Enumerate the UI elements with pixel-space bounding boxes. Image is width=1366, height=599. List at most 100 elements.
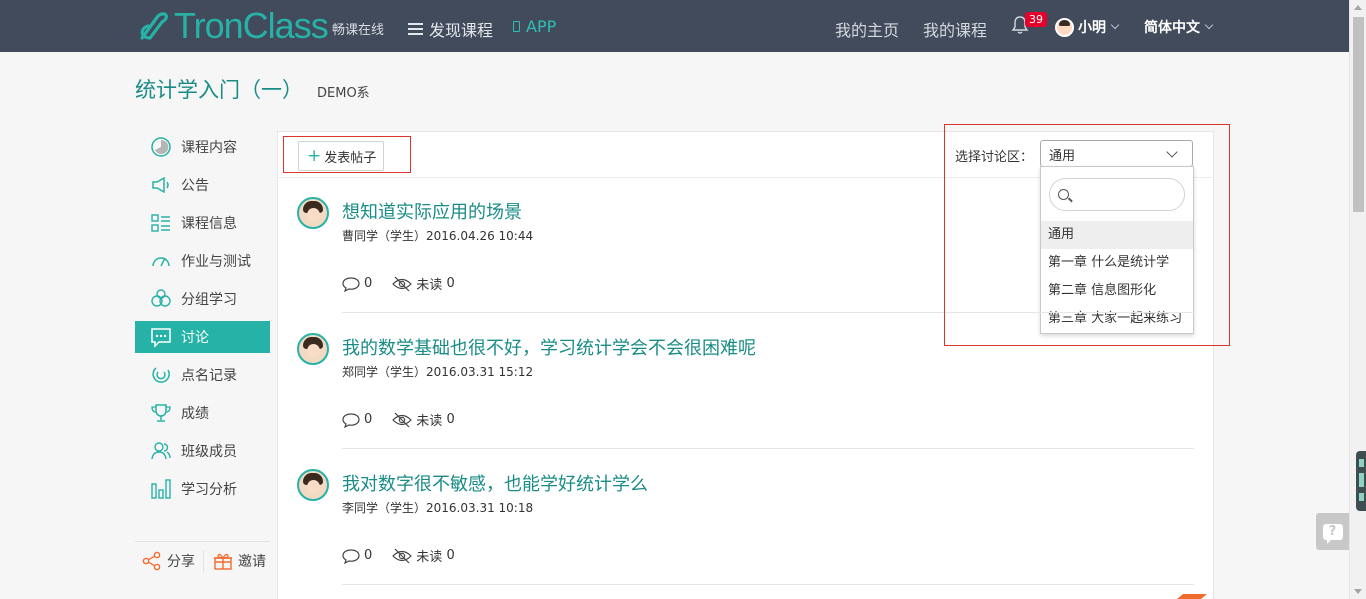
tronclass-logo[interactable]: TronClass <box>136 5 329 46</box>
comment-count: 0 <box>342 548 372 564</box>
sidebar-item-group-study[interactable]: 分组学习 <box>135 283 270 315</box>
sidebar-item-label: 班级成员 <box>181 444 237 460</box>
my-courses-link[interactable]: 我的课程 <box>923 17 987 41</box>
share-icon[interactable] <box>141 550 163 572</box>
help-button[interactable]: ? <box>1316 513 1349 550</box>
comment-count-value: 0 <box>364 412 373 427</box>
sidebar-item-label: 公告 <box>181 178 209 194</box>
list-icon <box>149 211 173 235</box>
chevron-down-icon <box>1204 20 1214 30</box>
highlight-box-area-select <box>944 124 1230 346</box>
unread-count: 未读 0 <box>392 410 455 429</box>
sidebar-item-label: 课程信息 <box>181 216 237 232</box>
course-content-icon <box>149 135 173 159</box>
sidebar-divider <box>135 541 270 542</box>
highlight-box-new-post <box>283 136 411 173</box>
post-meta: 曹同学（学生）2016.04.26 10:44 <box>342 229 534 243</box>
gauge-icon <box>149 249 173 273</box>
help-icon: ? <box>1322 523 1343 544</box>
unread-count: 未读 0 <box>392 274 455 293</box>
scroll-up-arrow-icon[interactable] <box>1354 5 1362 10</box>
menu-icon <box>408 23 423 35</box>
app-link[interactable]: APP <box>513 17 556 36</box>
logo-tagline: 畅课在线 <box>332 23 385 38</box>
sidebar-item-homework[interactable]: 作业与测试 <box>135 245 270 277</box>
post-stats: 0 未读 0 <box>342 546 475 565</box>
phone-icon <box>513 21 520 32</box>
eye-slash-icon <box>392 412 413 427</box>
course-department: DEMO系 <box>317 86 370 101</box>
avatar[interactable] <box>297 333 329 365</box>
sidebar-item-label: 课程内容 <box>181 140 237 156</box>
comment-count-value: 0 <box>364 548 373 563</box>
post-stats: 0 未读 0 <box>342 410 475 429</box>
avatar[interactable] <box>297 197 329 229</box>
scroll-down-arrow-icon[interactable] <box>1354 589 1362 594</box>
eye-slash-icon <box>392 276 413 291</box>
post-meta: 郑同学（学生）2016.03.31 15:12 <box>342 365 534 379</box>
post-divider <box>342 584 1194 585</box>
comment-icon <box>342 412 360 428</box>
sidebar-item-analytics[interactable]: 学习分析 <box>135 473 270 505</box>
post-title[interactable]: 我的数学基础也很不好，学习统计学会不会很困难呢 <box>342 334 756 360</box>
unread-label: 未读 <box>416 414 443 429</box>
sidebar-item-label: 分组学习 <box>181 292 237 308</box>
unread-count-value: 0 <box>446 412 455 427</box>
avatar <box>1055 17 1074 37</box>
sidebar-item-announcements[interactable]: 公告 <box>135 169 270 201</box>
language-label: 简体中文 <box>1144 20 1200 36</box>
unread-count: 未读 0 <box>392 546 455 565</box>
bar-chart-icon <box>149 477 173 501</box>
gift-icon[interactable] <box>212 550 234 572</box>
comment-icon <box>342 276 360 292</box>
eye-slash-icon <box>392 548 413 563</box>
course-sidebar: 课程内容 公告 课程信息 作业与测试 分组学习 讨论 点名记录 成绩 班级成员 … <box>135 131 270 511</box>
chat-icon <box>149 325 173 349</box>
comment-count: 0 <box>342 276 372 292</box>
post-stats: 0 未读 0 <box>342 274 475 293</box>
megaphone-icon <box>149 173 173 197</box>
post-meta: 李同学（学生）2016.03.31 10:18 <box>342 501 534 515</box>
avatar[interactable] <box>297 469 329 501</box>
scrollbar-thumb[interactable] <box>1353 17 1364 212</box>
post-title[interactable]: 想知道实际应用的场景 <box>342 198 522 224</box>
unread-label: 未读 <box>416 278 443 293</box>
sidebar-bottom-actions: 分享 邀请 <box>141 550 266 572</box>
discover-label: 发现课程 <box>429 21 494 40</box>
language-selector[interactable]: 简体中文 <box>1144 17 1214 37</box>
notification-badge: 39 <box>1025 12 1047 27</box>
sidebar-item-discussion[interactable]: 讨论 <box>135 321 270 353</box>
discover-courses-link[interactable]: 发现课程 <box>408 17 493 41</box>
unread-count-value: 0 <box>446 548 455 563</box>
rollcall-icon <box>149 363 173 387</box>
sidebar-item-course-info[interactable]: 课程信息 <box>135 207 270 239</box>
post-title[interactable]: 我对数字很不敏感，也能学好统计学么 <box>342 470 648 496</box>
members-icon <box>149 439 173 463</box>
sidebar-item-course-content[interactable]: 课程内容 <box>135 131 270 163</box>
side-tool-widget[interactable] <box>1356 451 1366 511</box>
sidebar-item-label: 作业与测试 <box>181 254 251 270</box>
sidebar-item-label: 讨论 <box>181 330 209 346</box>
sidebar-item-members[interactable]: 班级成员 <box>135 435 270 467</box>
logo-mark-icon <box>140 12 168 40</box>
comment-count-value: 0 <box>364 276 373 291</box>
unread-count-value: 0 <box>446 276 455 291</box>
comment-icon <box>342 548 360 564</box>
sidebar-item-grades[interactable]: 成绩 <box>135 397 270 429</box>
app-label: APP <box>526 17 557 36</box>
sidebar-item-label: 学习分析 <box>181 482 237 498</box>
sidebar-item-label: 成绩 <box>181 406 209 422</box>
group-icon <box>149 287 173 311</box>
unread-label: 未读 <box>416 550 443 565</box>
logo-text: TronClass <box>174 5 329 46</box>
share-label[interactable]: 分享 <box>167 551 195 571</box>
invite-label[interactable]: 邀请 <box>238 551 266 571</box>
user-name: 小明 <box>1078 20 1106 36</box>
sidebar-item-rollcall[interactable]: 点名记录 <box>135 359 270 391</box>
discussion-post: 我对数字很不敏感，也能学好统计学么 李同学（学生）2016.03.31 10:1… <box>297 449 1194 585</box>
comment-count: 0 <box>342 412 372 428</box>
user-menu[interactable]: 小明 <box>1055 17 1120 37</box>
chevron-down-icon <box>1110 20 1120 30</box>
course-title: 统计学入门（一） <box>135 78 303 102</box>
my-home-link[interactable]: 我的主页 <box>835 17 899 41</box>
